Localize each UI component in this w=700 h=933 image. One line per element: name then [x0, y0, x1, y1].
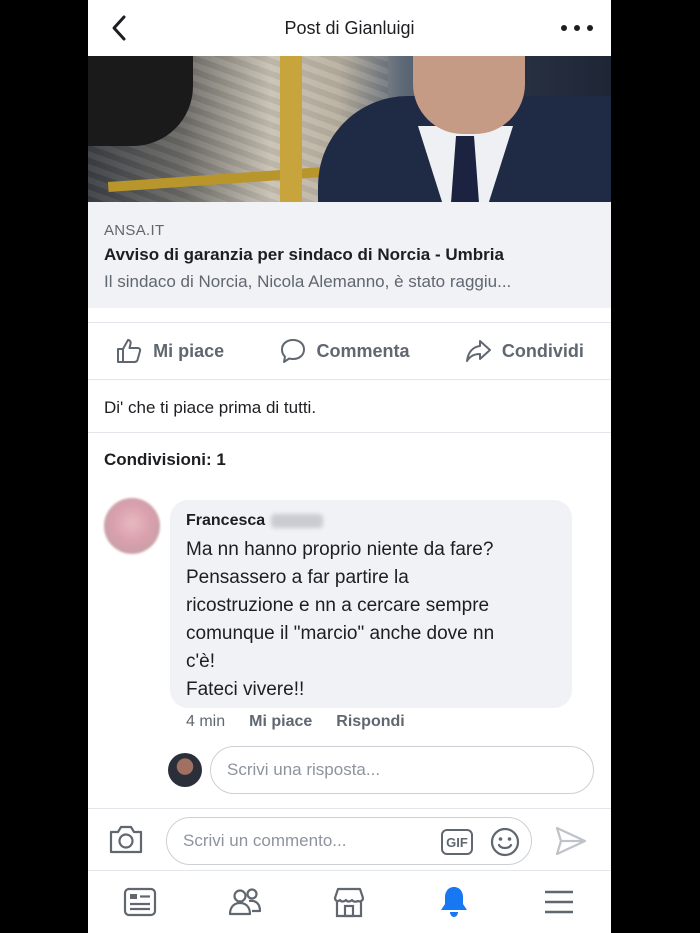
- reply-avatar: [168, 753, 202, 787]
- link-description: Il sindaco di Norcia, Nicola Alemanno, è…: [104, 272, 512, 291]
- avatar[interactable]: [104, 498, 160, 554]
- news-feed-icon: [124, 887, 157, 917]
- comment-line: Fateci vivere!!: [186, 679, 305, 700]
- link-preview[interactable]: ANSA.IT Avviso di garanzia per sindaco d…: [88, 202, 611, 308]
- friends-icon: [228, 888, 261, 916]
- gif-icon[interactable]: GIF: [441, 829, 473, 855]
- share-button[interactable]: Condividi: [464, 337, 584, 365]
- shares-count[interactable]: Condivisioni: 1: [104, 450, 226, 470]
- comment-label: Commenta: [316, 340, 410, 361]
- post-screen: Post di Gianluigi ANSA.IT Avviso di gara…: [88, 0, 611, 933]
- send-icon[interactable]: [554, 825, 588, 857]
- like-first-prompt: Di' che ti piace prima di tutti.: [104, 398, 317, 417]
- comment-like-link[interactable]: Mi piace: [249, 713, 312, 731]
- comment-button[interactable]: Commenta: [279, 337, 410, 365]
- tab-menu[interactable]: [541, 884, 577, 920]
- comment-author-name: Francesca: [186, 512, 266, 529]
- menu-icon: [544, 890, 573, 914]
- comment-line: Pensassero a far partire la: [186, 567, 409, 588]
- comment-text: Ma nn hanno proprio niente da fare? Pens…: [186, 536, 556, 704]
- tab-friends[interactable]: [227, 884, 263, 920]
- comment-line: ricostruzione e nn a cercare sempre: [186, 595, 490, 616]
- camera-icon[interactable]: [108, 823, 144, 855]
- comment-bubble[interactable]: Francesca Ma nn hanno proprio niente da …: [170, 500, 572, 708]
- share-label: Condividi: [501, 340, 584, 361]
- like-icon: [117, 339, 142, 363]
- comment-input-placeholder: Scrivi un commento...: [183, 831, 347, 850]
- top-bar: Post di Gianluigi: [88, 0, 611, 56]
- tab-news-feed[interactable]: [122, 884, 158, 920]
- link-source: ANSA.IT: [104, 222, 165, 239]
- comment-input[interactable]: Scrivi un commento... GIF: [166, 817, 532, 865]
- link-title: Avviso di garanzia per sindaco di Norcia…: [104, 245, 504, 264]
- like-button[interactable]: Mi piace: [115, 337, 224, 365]
- comment-meta: 4 min Mi piace Rispondi: [186, 713, 405, 731]
- action-bar: Mi piace Commenta Condividi: [88, 322, 611, 380]
- tab-notifications[interactable]: [436, 884, 472, 920]
- comment-author[interactable]: Francesca: [186, 512, 556, 530]
- more-icon[interactable]: [561, 18, 593, 38]
- comment-line: c'è!: [186, 651, 215, 672]
- comment-time: 4 min: [186, 713, 226, 730]
- bottom-tab-bar: [88, 870, 611, 933]
- comment-icon: [280, 339, 305, 363]
- comment-line: comunque il "marcio" anche dove nn: [186, 623, 495, 644]
- marketplace-icon: [334, 887, 365, 918]
- tab-marketplace[interactable]: [331, 884, 367, 920]
- notifications-icon: [441, 887, 468, 917]
- share-icon: [465, 340, 491, 362]
- blurred-surname: [271, 514, 324, 528]
- comment-composer: Scrivi un commento... GIF: [88, 808, 611, 870]
- comment-reply-link[interactable]: Rispondi: [336, 713, 404, 731]
- reply-input[interactable]: Scrivi una risposta...: [210, 746, 594, 794]
- back-icon[interactable]: [108, 14, 132, 42]
- emoji-icon[interactable]: [489, 826, 521, 858]
- divider: [88, 432, 611, 433]
- comment-line: Ma nn hanno proprio niente da fare?: [186, 539, 494, 560]
- page-title: Post di Gianluigi: [284, 17, 415, 38]
- like-label: Mi piace: [153, 340, 225, 361]
- link-preview-image[interactable]: [88, 56, 611, 202]
